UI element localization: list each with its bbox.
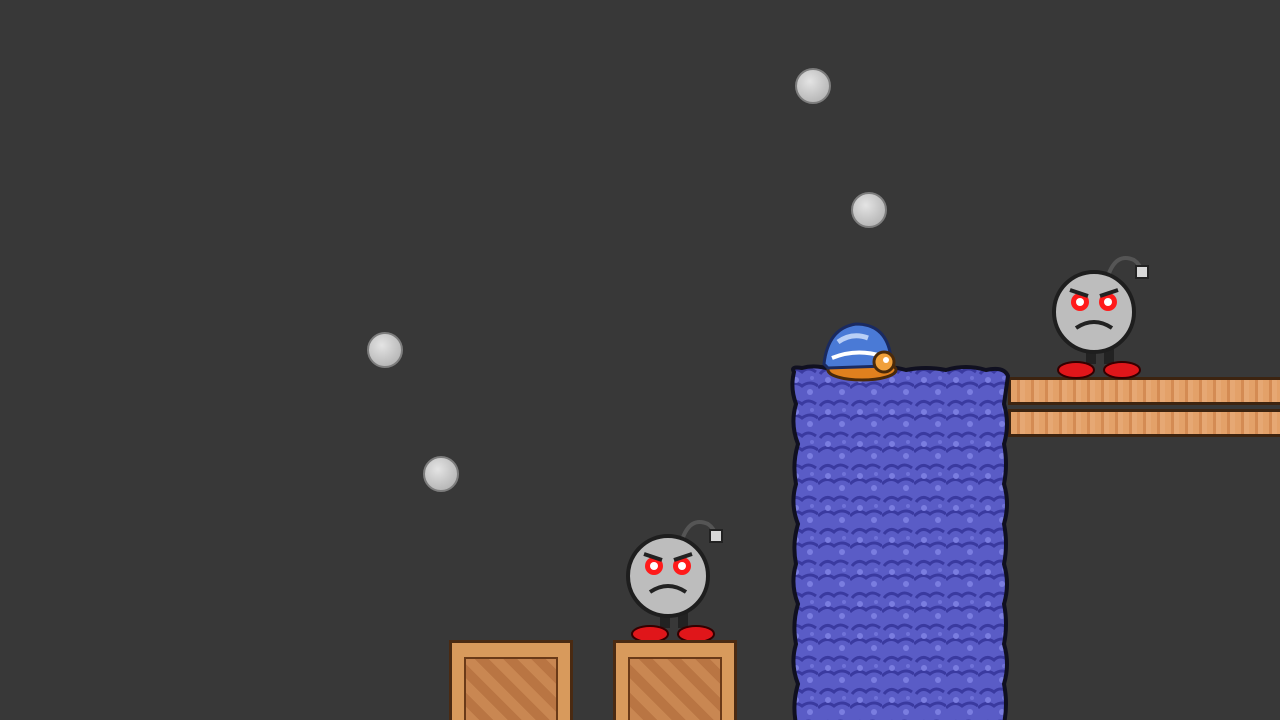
- crate-icon: [449, 640, 573, 720]
- coin-icon: [367, 332, 403, 368]
- crate-panel: [628, 657, 722, 720]
- game-scene: [0, 0, 1280, 720]
- waterfall: [786, 364, 1012, 720]
- crate-icon: [613, 640, 737, 720]
- bob-omb-icon: [1052, 256, 1149, 379]
- waterfall-graphic: [790, 364, 1011, 720]
- crate-panel: [464, 657, 558, 720]
- coin-icon: [851, 192, 887, 228]
- bob-omb-icon: [626, 520, 723, 643]
- wooden-ledge-top: [1008, 377, 1280, 405]
- coin-icon: [795, 68, 831, 104]
- wooden-ledge-bottom: [1008, 409, 1280, 437]
- buzzy-shell-icon: [822, 322, 898, 382]
- coin-icon: [423, 456, 459, 492]
